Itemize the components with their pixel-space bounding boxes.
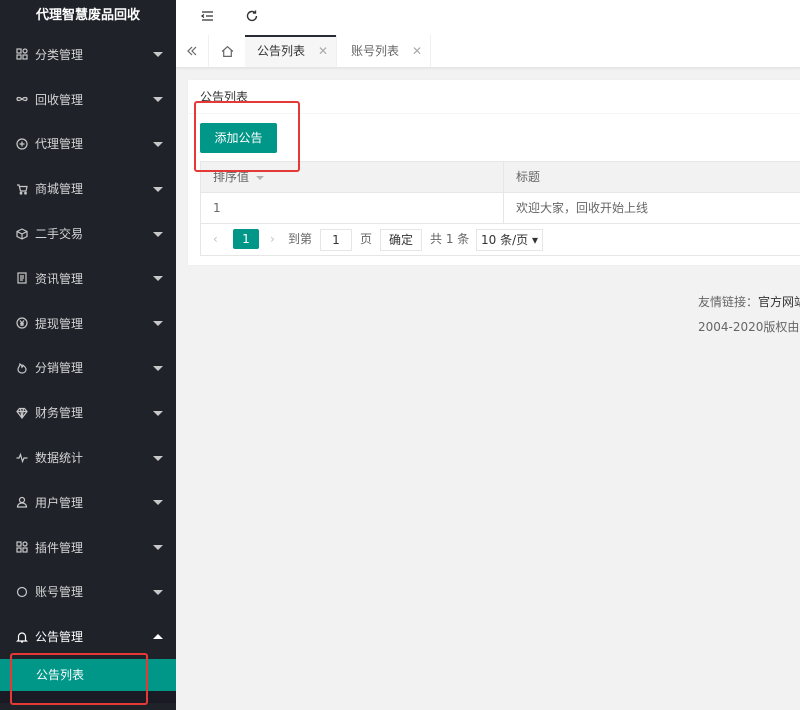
cell-title: 欢迎大家，回收开始上线: [516, 201, 649, 215]
sidebar-item-accounts[interactable]: 账号管理: [0, 570, 176, 615]
close-icon[interactable]: ✕: [318, 35, 328, 67]
chevron-down-icon: [153, 276, 163, 282]
goto-page-input[interactable]: 1: [320, 229, 352, 251]
tab-account-list[interactable]: 账号列表 ✕: [337, 35, 431, 67]
footer-link-official[interactable]: 官方网站: [758, 295, 800, 309]
document-icon: [16, 272, 28, 284]
close-icon[interactable]: ✕: [412, 35, 422, 67]
apps-icon: [16, 541, 28, 553]
user-icon: [16, 496, 28, 508]
chevron-down-icon: [153, 500, 163, 506]
sidebar-item-label: 分销管理: [35, 361, 84, 376]
chevron-up-icon: [153, 633, 163, 639]
cell-sort: 1: [201, 193, 504, 223]
goto-suffix: 页: [360, 232, 373, 246]
chevron-down-icon: [153, 545, 163, 551]
home-icon[interactable]: [209, 35, 246, 67]
diamond-icon: [16, 407, 28, 419]
app-title: 代理智慧废品回收: [35, 8, 140, 23]
tab-bar: 公告列表 ✕ 账号列表 ✕: [176, 35, 800, 68]
sidebar-item-finance[interactable]: 财务管理: [0, 390, 176, 435]
sidebar-item-mall[interactable]: 商城管理: [0, 166, 176, 211]
chevron-down-icon: [153, 455, 163, 461]
menu-shrink-icon[interactable]: [200, 9, 214, 23]
table-row[interactable]: 1 欢迎大家，回收开始上线: [201, 193, 800, 223]
sidebar-item-label: 插件管理: [35, 540, 84, 555]
sidebar-item-statistics[interactable]: 数据统计: [0, 435, 176, 480]
plus-circle-icon: [16, 138, 28, 150]
sidebar-item-distribution[interactable]: 分销管理: [0, 346, 176, 391]
sidebar-item-users[interactable]: 用户管理: [0, 480, 176, 525]
top-header: [176, 0, 800, 36]
total-count: 共 1 条: [430, 232, 470, 246]
sidebar-item-label: 分类管理: [35, 47, 84, 62]
page-number-current[interactable]: 1: [233, 229, 259, 249]
prev-page-icon[interactable]: ‹: [213, 229, 218, 249]
sidebar-item-label: 账号管理: [35, 585, 84, 600]
pagination: ‹ 1 › 到第 1 页 确定 共 1 条 10 条/页 ▾: [200, 223, 800, 256]
page-size-select[interactable]: 10 条/页 ▾: [476, 229, 543, 251]
tab-label: 公告列表: [257, 44, 306, 58]
chevron-down-icon: [153, 321, 163, 327]
cube-icon: [16, 227, 28, 240]
sidebar-item-news[interactable]: 资讯管理: [0, 256, 176, 301]
sidebar-item-label: 代理管理: [35, 137, 84, 152]
chevron-down-icon: [153, 365, 163, 371]
infinity-icon: [16, 93, 28, 105]
footer-links: 友情链接：官方网站: [698, 293, 800, 310]
tab-label: 账号列表: [351, 44, 400, 58]
sidebar-item-label: 财务管理: [35, 406, 84, 421]
tab-notice-list[interactable]: 公告列表 ✕: [245, 35, 337, 67]
sidebar-item-label: 商城管理: [35, 182, 84, 197]
sidebar-item-label: 二手交易: [35, 227, 84, 242]
sidebar-item-label: 数据统计: [35, 451, 84, 466]
sidebar-item-label: 资讯管理: [35, 271, 84, 286]
sidebar-item-label: 用户管理: [35, 495, 84, 510]
apps-icon: [16, 48, 28, 60]
caret-down-icon: ▾: [531, 233, 538, 247]
yen-circle-icon: [16, 317, 28, 329]
sidebar-item-category[interactable]: 分类管理: [0, 32, 176, 77]
chevron-down-icon: [153, 186, 163, 192]
chevron-down-icon: [153, 589, 163, 595]
sidebar: 代理智慧废品回收 分类管理 回收管理 代理管理 商城管理 二手交易 资讯管理 提…: [0, 0, 176, 710]
sort-icon[interactable]: [256, 175, 265, 180]
highlight-box-add-button: [194, 101, 300, 172]
sidebar-item-label: 回收管理: [35, 92, 84, 107]
column-header-title: 标题: [516, 170, 541, 184]
pulse-icon: [16, 452, 28, 464]
sidebar-item-secondhand[interactable]: 二手交易: [0, 211, 176, 256]
circle-icon: [16, 586, 28, 598]
chevron-down-icon: [153, 52, 163, 58]
next-page-icon[interactable]: ›: [270, 229, 275, 249]
sidebar-item-agent[interactable]: 代理管理: [0, 122, 176, 167]
goto-confirm-button[interactable]: 确定: [380, 229, 423, 251]
chevron-down-icon: [153, 231, 163, 237]
sidebar-item-withdraw[interactable]: 提现管理: [0, 301, 176, 346]
chevron-down-icon: [153, 410, 163, 416]
chevron-down-icon: [153, 141, 163, 147]
bell-icon: [16, 631, 28, 643]
fire-icon: [16, 362, 28, 374]
highlight-box-notice-list: [10, 653, 148, 705]
sidebar-menu: 分类管理 回收管理 代理管理 商城管理 二手交易 资讯管理 提现管理 分销管理 …: [0, 32, 176, 659]
sidebar-item-plugins[interactable]: 插件管理: [0, 525, 176, 570]
refresh-icon[interactable]: [245, 9, 259, 23]
goto-prefix: 到第: [288, 232, 313, 246]
tabs-scroll-left-icon[interactable]: [176, 35, 209, 67]
cart-icon: [16, 183, 28, 195]
chevron-down-icon: [153, 97, 163, 103]
sidebar-item-label: 提现管理: [35, 316, 84, 331]
footer-copyright: 2004-2020版权由“微: [698, 320, 800, 334]
sidebar-item-recycle[interactable]: 回收管理: [0, 77, 176, 122]
sidebar-item-label: 公告管理: [35, 630, 84, 645]
